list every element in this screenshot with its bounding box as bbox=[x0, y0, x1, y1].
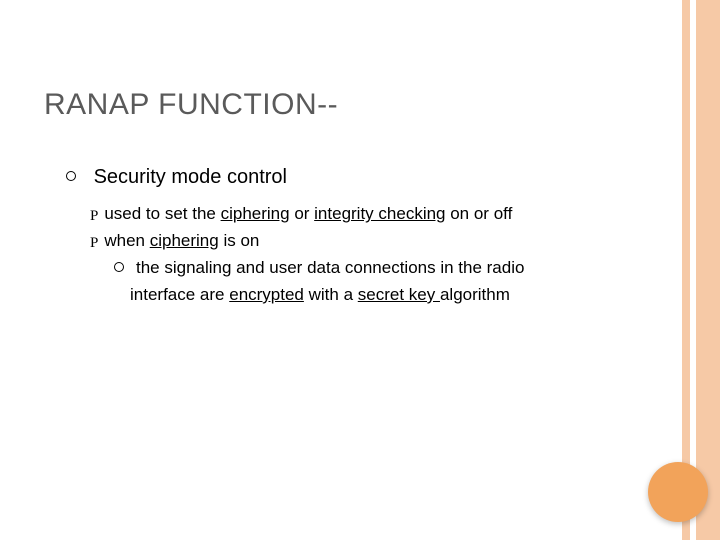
underlined-term: integrity checking bbox=[314, 204, 445, 223]
text-fragment: or bbox=[290, 204, 315, 223]
text-fragment: algorithm bbox=[440, 285, 510, 304]
underlined-term: ciphering bbox=[150, 231, 219, 250]
hollow-bullet-icon bbox=[66, 171, 76, 181]
text-fragment: used to set the bbox=[104, 204, 220, 223]
underlined-term: ciphering bbox=[221, 204, 290, 223]
accent-circle bbox=[648, 462, 708, 522]
text-fragment: with a bbox=[304, 285, 358, 304]
text-fragment: interface are bbox=[130, 285, 229, 304]
underlined-term: secret key bbox=[358, 285, 440, 304]
bullet-level2-a: Pused to set the ciphering or integrity … bbox=[90, 203, 654, 226]
script-bullet-icon: P bbox=[90, 233, 98, 253]
text-fragment: the signaling and user data connections … bbox=[136, 258, 524, 277]
text-fragment: on or off bbox=[446, 204, 513, 223]
underlined-term: encrypted bbox=[229, 285, 304, 304]
hollow-bullet-icon bbox=[114, 262, 124, 272]
bullet-level3-continuation: interface are encrypted with a secret ke… bbox=[130, 284, 654, 307]
bullet-level3: the signaling and user data connections … bbox=[114, 257, 654, 280]
text-fragment: is on bbox=[219, 231, 260, 250]
bullet-level1-text: Security mode control bbox=[94, 166, 287, 188]
bullet-level1: Security mode control bbox=[66, 164, 654, 191]
script-bullet-icon: P bbox=[90, 206, 98, 226]
bullet-level2-b: Pwhen ciphering is on bbox=[90, 230, 654, 253]
slide-body: RANAP FUNCTION-- Security mode control P… bbox=[0, 0, 720, 307]
slide-title: RANAP FUNCTION-- bbox=[44, 88, 654, 122]
text-fragment: when bbox=[104, 231, 149, 250]
